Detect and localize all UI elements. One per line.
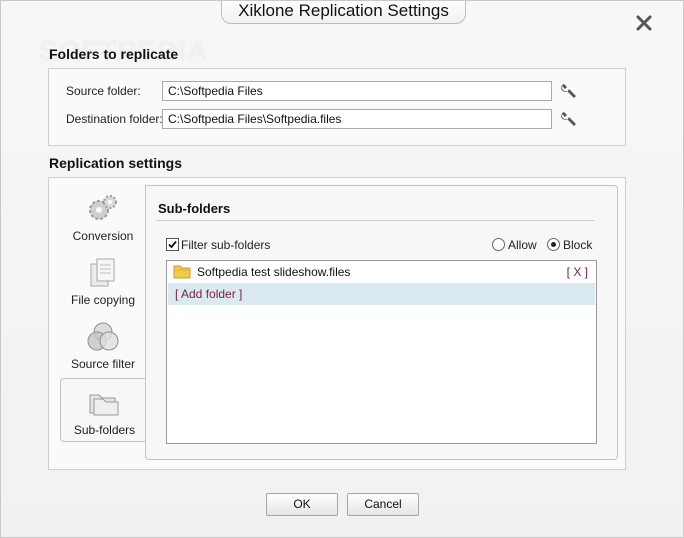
allow-label: Allow [508,238,537,252]
block-label: Block [563,238,593,252]
window-title: Xiklone Replication Settings [221,1,466,24]
filter-subfolders-label: Filter sub-folders [181,238,271,252]
folders-section-title: Folders to replicate [49,46,179,62]
folder-name: Softpedia test slideshow.files [197,265,351,279]
sidebar-item-source-filter[interactable]: Source filter [60,320,146,382]
remove-folder-button[interactable]: [ X ] [567,265,588,279]
sidebar-item-label: Source filter [70,357,136,371]
checkmark-icon [168,240,177,249]
sidebar-item-sub-folders[interactable]: Sub-folders [60,378,148,442]
allow-radio[interactable] [492,238,505,251]
gears-icon [89,195,117,220]
sidebar-item-label: Sub-folders [73,423,136,437]
documents-icon [90,258,115,287]
source-folder-label: Source folder: [66,84,141,98]
source-browse-button[interactable] [560,82,578,100]
destination-browse-button[interactable] [560,110,578,128]
folders-panel: Source folder: C:\Softpedia Files Destin… [48,68,626,146]
sidebar-item-file-copying[interactable]: File copying [60,256,146,318]
close-button[interactable] [633,12,655,34]
subfolders-content: Sub-folders Filter sub-folders Allow Blo… [145,185,618,460]
replication-section-title: Replication settings [49,155,183,171]
destination-folder-label: Destination folder: [66,112,163,126]
sidebar-item-conversion[interactable]: Conversion [60,192,146,254]
cancel-button[interactable]: Cancel [347,493,419,516]
folders-icon [89,394,119,416]
list-item[interactable]: Softpedia test slideshow.files [ X ] [168,261,595,283]
add-folder-link[interactable]: [ Add folder ] [175,287,242,301]
subfolders-title: Sub-folders [158,201,231,216]
wrench-icon [561,112,576,126]
block-radio[interactable] [547,238,560,251]
divider [156,220,595,221]
ok-button[interactable]: OK [266,493,338,516]
filter-subfolders-checkbox[interactable] [166,238,179,251]
subfolders-list[interactable]: Softpedia test slideshow.files [ X ] [ A… [166,260,597,444]
sidebar-item-label: File copying [70,293,136,307]
destination-folder-input[interactable]: C:\Softpedia Files\Softpedia.files [162,109,552,129]
add-folder-row[interactable]: [ Add folder ] [168,283,595,305]
sidebar-item-label: Conversion [72,229,134,243]
settings-window: Xiklone Replication Settings SOFTPEDIA F… [0,0,684,538]
folder-icon [173,265,191,279]
wrench-icon [561,84,576,98]
filter-circles-icon [87,322,119,351]
close-icon [636,15,652,31]
source-folder-input[interactable]: C:\Softpedia Files [162,81,552,101]
